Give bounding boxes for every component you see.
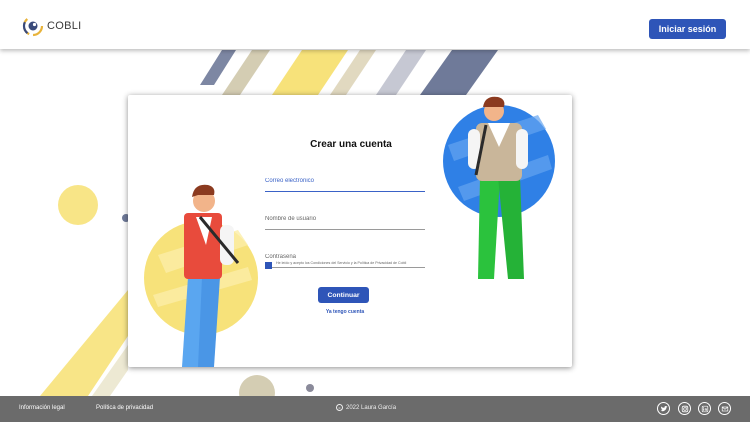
terms-row: He leído y acepto los Condiciones del Se…	[265, 261, 425, 269]
username-field-wrapper	[265, 207, 425, 230]
linkedin-icon[interactable]	[698, 402, 711, 415]
brand-logo[interactable]: COBLI	[22, 15, 82, 37]
email-field[interactable]	[265, 174, 425, 184]
email-field-wrapper	[265, 169, 425, 192]
footer-copyright: c 2022 Laura García	[336, 404, 396, 411]
mail-icon[interactable]	[718, 402, 731, 415]
instagram-icon[interactable]	[678, 402, 691, 415]
signup-card: Crear una cuenta He leído y acepto los C…	[128, 95, 572, 367]
copyright-text: 2022 Laura García	[346, 404, 397, 411]
terms-checkbox[interactable]	[265, 262, 272, 269]
have-account-link[interactable]: Ya tengo cuenta	[265, 309, 425, 315]
footer-legal-link[interactable]: Información legal	[19, 405, 65, 411]
footer-privacy-link[interactable]: Política de privacidad	[96, 405, 153, 411]
copyright-icon: c	[336, 404, 343, 411]
brand-name: COBLI	[47, 20, 82, 32]
terms-text: He leído y acepto los Condiciones del Se…	[276, 261, 407, 265]
twitter-icon[interactable]	[657, 402, 670, 415]
top-navbar: COBLI Iniciar sesión	[0, 0, 750, 49]
continue-button[interactable]: Continuar	[318, 287, 369, 303]
form-title: Crear una cuenta	[310, 139, 392, 150]
username-field[interactable]	[265, 212, 425, 222]
cobli-logo-icon	[22, 15, 44, 37]
footer: Información legal Política de privacidad…	[0, 396, 750, 422]
login-button[interactable]: Iniciar sesión	[649, 19, 726, 39]
password-field[interactable]	[265, 250, 425, 260]
signup-form: Crear una cuenta He leído y acepto los C…	[265, 139, 425, 315]
